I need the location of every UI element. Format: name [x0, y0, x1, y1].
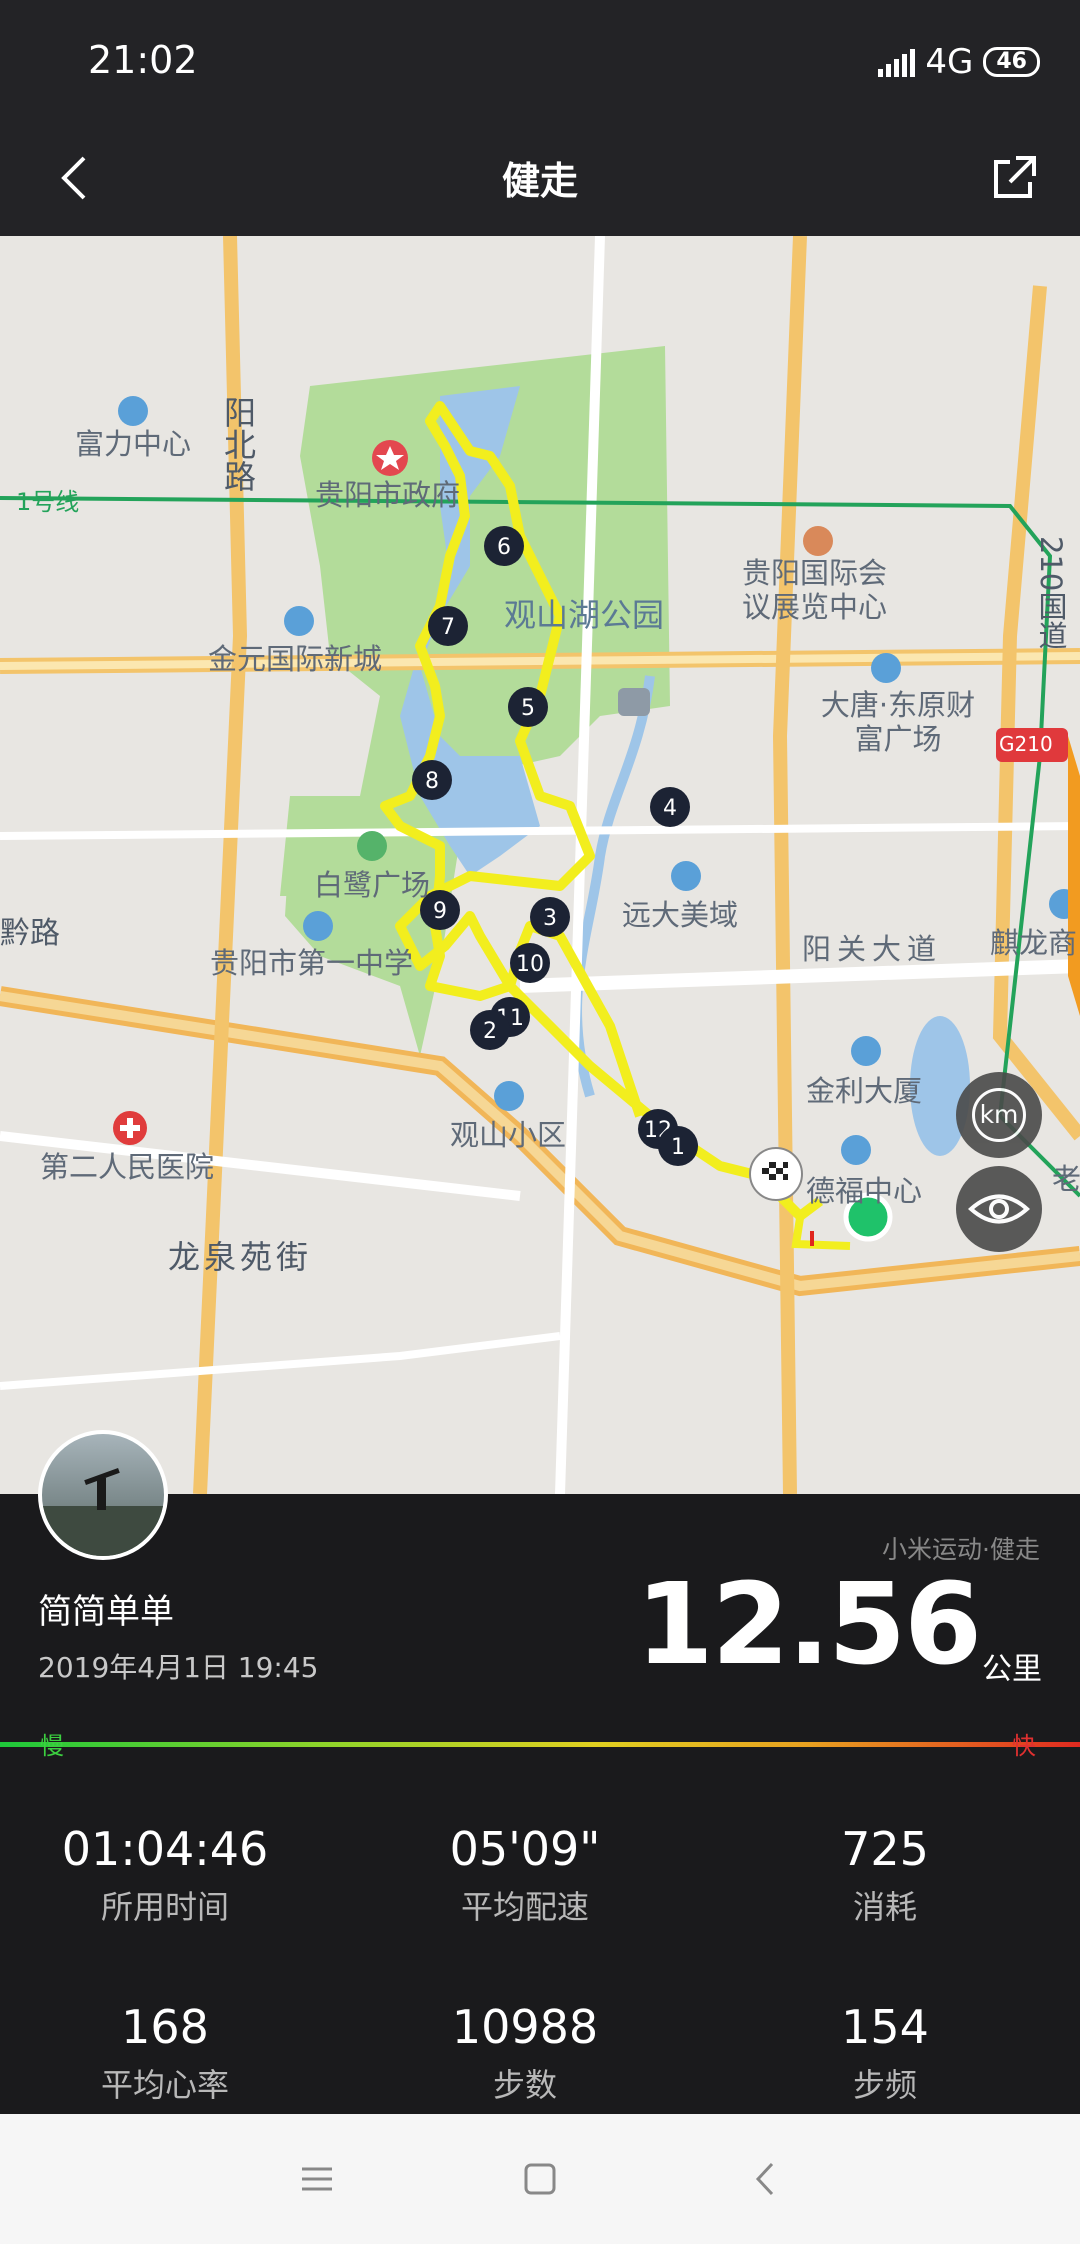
svg-text:2: 2 [483, 1019, 497, 1044]
user-name: 简简单单 [38, 1592, 174, 1632]
svg-text:6: 6 [497, 535, 511, 560]
route-map[interactable]: 6 7 5 8 4 9 3 10 11 2 12 1 富力中心 阳北路 贵阳市政… [0, 236, 1080, 1494]
system-nav-bar [0, 2114, 1080, 2244]
eye-icon [967, 1194, 1031, 1224]
stat-value: 10988 [451, 2000, 599, 2054]
workout-summary-panel: 小米运动·健走 简简单单 2019年4月1日 19:45 12.56 公里 慢 … [0, 1430, 1080, 2114]
stat-label: 平均心率 [100, 2066, 229, 2104]
svg-text:9: 9 [433, 899, 447, 924]
stat-steps: 10988 步数 [345, 2000, 705, 2106]
title-bar: 健走 [0, 120, 1080, 236]
label-guanshan: 观山小区 [450, 1118, 567, 1152]
label-expo: 贵阳国际会议展览中心 [742, 556, 888, 624]
svg-text:3: 3 [543, 906, 557, 931]
network-label: 4G [925, 42, 974, 82]
label-longquan: 龙泉苑街 [168, 1238, 313, 1276]
stat-duration: 01:04:46 所用时间 [0, 1822, 345, 1928]
status-bar: 21:02 4G 46 [0, 0, 1080, 120]
signal-icon [878, 47, 916, 77]
label-g210-badge: G210 [999, 732, 1053, 756]
stat-label: 步频 [852, 2066, 917, 2104]
distance-value: 12.56 [635, 1560, 982, 1690]
pace-gradient-bar [0, 1742, 1080, 1747]
nav-back-icon[interactable] [740, 2154, 790, 2204]
label-jinli: 金利大厦 [806, 1074, 923, 1108]
label-hospital: 第二人民医院 [40, 1150, 215, 1184]
stat-avg-pace: 05'09" 平均配速 [345, 1822, 705, 1928]
label-park: 观山湖公园 [504, 596, 665, 634]
avatar[interactable] [38, 1430, 168, 1560]
stat-value: 05'09" [449, 1822, 601, 1876]
label-school: 贵阳市第一中学 [210, 946, 414, 980]
stat-calories: 725 消耗 [705, 1822, 1065, 1928]
label-road-left: 黔路 [0, 916, 60, 951]
label-line1: 1号线 [16, 488, 80, 516]
svg-text:5: 5 [521, 696, 535, 721]
label-yangbei: 阳北路 [219, 396, 257, 492]
svg-text:1: 1 [671, 1135, 685, 1160]
svg-text:4: 4 [663, 796, 677, 821]
label-lao: 老 [1052, 1162, 1080, 1196]
battery-icon: 46 [983, 47, 1040, 77]
slow-label: 慢 [40, 1732, 64, 1760]
label-fuli: 富力中心 [75, 427, 192, 461]
label-qilong: 麒龙商 [990, 926, 1078, 960]
stat-cadence: 154 步频 [705, 2000, 1065, 2106]
svg-text:7: 7 [441, 615, 455, 640]
svg-text:8: 8 [425, 769, 439, 794]
label-gov: 贵阳市政府 [315, 478, 461, 512]
label-g210v: 210国道 [1034, 536, 1068, 650]
stat-label: 消耗 [852, 1888, 917, 1926]
workout-datetime: 2019年4月1日 19:45 [38, 1651, 319, 1684]
eye-toggle-button[interactable] [956, 1166, 1042, 1252]
km-icon: km [972, 1088, 1026, 1142]
stat-value: 725 [841, 1822, 929, 1876]
fast-label: 快 [1012, 1732, 1036, 1760]
distance-unit: 公里 [982, 1652, 1042, 1687]
status-icons: 4G 46 [878, 42, 1040, 82]
stat-label: 平均配速 [460, 1888, 589, 1926]
label-yangguan: 阳关大道 [802, 932, 943, 966]
label-jinyuan: 金元国际新城 [208, 642, 383, 676]
stat-value: 01:04:46 [61, 1822, 269, 1876]
page-title: 健走 [501, 159, 578, 203]
status-time: 21:02 [88, 38, 198, 82]
stat-label: 步数 [492, 2066, 557, 2104]
label-bailu: 白鹭广场 [314, 868, 431, 902]
label-datang: 大唐·东原财富广场 [820, 688, 976, 756]
share-icon[interactable] [984, 148, 1044, 208]
label-yuanda: 远大美域 [622, 898, 739, 932]
km-toggle-button[interactable]: km [956, 1072, 1042, 1158]
menu-icon[interactable] [292, 2154, 342, 2204]
home-square-icon[interactable] [515, 2154, 565, 2204]
stat-heart-rate: 168 平均心率 [0, 2000, 345, 2106]
svg-text:10: 10 [516, 952, 544, 977]
label-defu: 德福中心 [806, 1174, 923, 1208]
stat-value: 154 [841, 2000, 929, 2054]
stat-value: 168 [121, 2000, 209, 2054]
stat-label: 所用时间 [100, 1888, 229, 1926]
